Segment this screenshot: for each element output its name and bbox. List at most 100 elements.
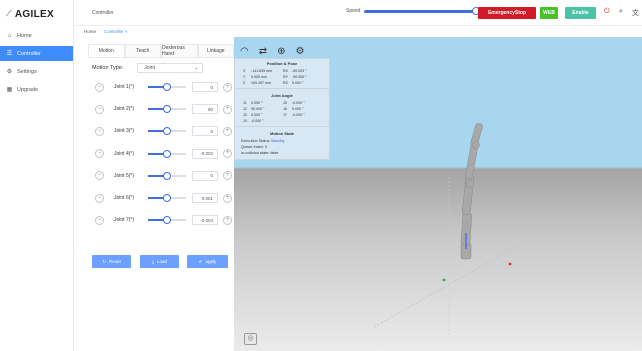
tab-linkage[interactable]: Linkage: [197, 44, 234, 57]
language-icon[interactable]: 文: [632, 8, 639, 18]
tab-motion[interactable]: Motion: [88, 44, 125, 57]
control-tabs: Motion Teach Dexterous Hand Linkage: [88, 44, 234, 58]
pose-row: Z 109.497 mm RZ 0.002 °: [243, 81, 304, 85]
gear-icon: ⚙: [6, 69, 13, 75]
joint-slider[interactable]: [148, 171, 186, 180]
sidebar-item-settings[interactable]: ⚙ Settings: [0, 64, 73, 79]
joint-slider-handle[interactable]: [163, 83, 171, 91]
joint-value-input[interactable]: 0.001: [192, 193, 218, 203]
joint-value-input[interactable]: -0.004: [192, 215, 218, 226]
joint-slider[interactable]: [148, 83, 186, 91]
joint-value-input[interactable]: 0: [192, 82, 218, 92]
breadcrumb-home[interactable]: Home: [84, 29, 96, 34]
chevron-down-icon: ⌄: [194, 65, 199, 71]
joint-slider[interactable]: [148, 149, 186, 158]
sidebar-item-controller[interactable]: ☰ Controller: [0, 46, 73, 61]
crosshair-icon[interactable]: ⊕: [277, 46, 285, 57]
decrement-icon[interactable]: −: [95, 215, 104, 225]
breadcrumb: Home Controller ×: [74, 26, 234, 37]
pose-title: Position & Pose: [266, 61, 298, 66]
joint-slider[interactable]: [148, 127, 186, 136]
enable-button[interactable]: Enable: [565, 7, 596, 19]
increment-icon[interactable]: +: [223, 126, 232, 136]
increment-icon[interactable]: +: [223, 171, 232, 181]
page-title: Controller: [92, 9, 114, 16]
joint-label: Joint 4(°): [114, 150, 135, 157]
web-button[interactable]: WEB: [540, 7, 558, 19]
joint-angle-row: J4 -0.000 °: [243, 119, 264, 123]
joint-slider-handle[interactable]: [163, 149, 171, 158]
motion-type-label: Motion Type:: [92, 65, 124, 71]
joint-row-6: − Joint 6(°) 0.001 +: [95, 192, 232, 204]
joint-label: Joint 1(°): [114, 84, 135, 90]
decrement-icon[interactable]: −: [95, 126, 104, 136]
apply-icon: ✔: [198, 258, 203, 264]
upgrade-icon: ▦: [6, 87, 13, 93]
status-overlay: Position & Pose X -141.635 mm RX -90.003 ° Y…: [234, 58, 330, 160]
increment-icon[interactable]: +: [223, 82, 232, 92]
joint-slider-handle[interactable]: [163, 194, 171, 202]
increment-icon[interactable]: +: [223, 215, 232, 225]
joint-value-input[interactable]: -0.002: [192, 148, 218, 159]
motion-type-select[interactable]: Joint ⌄: [137, 63, 204, 73]
controller-icon: ☰: [6, 51, 13, 57]
joint-row-7: − Joint 7(°) -0.004 +: [95, 214, 232, 226]
search-icon[interactable]: ⌕: [619, 8, 623, 16]
increment-icon[interactable]: +: [223, 193, 232, 203]
reset-icon: ↻: [102, 258, 106, 264]
sidebar: ⟋ AGILEX ⌂ Home ☰ Controller ⚙ Settings ▦ Upgra…: [0, 0, 74, 351]
decrement-icon[interactable]: −: [95, 104, 104, 114]
breadcrumb-controller-tab[interactable]: Controller ×: [104, 29, 127, 34]
home-icon: ⌂: [7, 32, 12, 39]
tab-dexterous-hand[interactable]: Dexterous Hand: [161, 44, 198, 57]
collision-state: In-collision state: false: [241, 151, 279, 155]
joint-value-input[interactable]: 90: [192, 104, 218, 115]
load-button[interactable]: ⤓ Load: [140, 255, 179, 268]
sidebar-item-home[interactable]: ⌂ Home: [0, 28, 73, 43]
joint-slider[interactable]: [148, 194, 186, 202]
load-icon: ⤓: [151, 259, 154, 264]
path-icon[interactable]: ⇄: [259, 46, 267, 57]
increment-icon[interactable]: +: [223, 104, 232, 114]
tab-teach[interactable]: Teach: [124, 44, 161, 57]
decrement-icon[interactable]: −: [95, 149, 104, 159]
speed-label: Speed: [346, 8, 361, 14]
brand-mark-icon: ⟋: [6, 9, 12, 18]
joint-slider-handle[interactable]: [163, 216, 171, 225]
joint-value-input[interactable]: 0: [192, 170, 218, 181]
sidebar-item-label: Controller: [17, 50, 41, 57]
joint-label: Joint 3(°): [114, 128, 135, 135]
camera-icon[interactable]: ◎: [244, 333, 257, 345]
emergency-stop-button[interactable]: EmergencyStop: [478, 7, 536, 19]
sidebar-item-label: Home: [17, 32, 32, 39]
joint-row-2: − Joint 2(°) 90 +: [95, 103, 232, 115]
joint-slider[interactable]: [148, 105, 186, 114]
sidebar-item-upgrade[interactable]: ▦ Upgrade: [0, 82, 73, 97]
speed-slider[interactable]: [364, 6, 481, 15]
decrement-icon[interactable]: −: [95, 82, 104, 92]
joint-slider-handle[interactable]: [163, 127, 171, 136]
motion-type-row: Motion Type: Joint ⌄: [92, 63, 204, 73]
joint-slider[interactable]: [148, 216, 186, 225]
joint-label: Joint 7(°): [114, 217, 135, 224]
joint-label: Joint 6(°): [114, 195, 135, 201]
power-icon[interactable]: ⏻: [604, 8, 610, 16]
joint-label: Joint 5(°): [114, 172, 135, 179]
brand-logo: ⟋ AGILEX: [0, 0, 73, 28]
settings-gear-icon[interactable]: ⚙: [296, 46, 305, 57]
app-root: ⟋ AGILEX ⌂ Home ☰ Controller ⚙ Settings ▦ Upgra…: [0, 0, 642, 351]
joint-row-5: − Joint 5(°) 0 +: [95, 170, 232, 182]
gauge-icon[interactable]: ◠: [240, 46, 249, 57]
reset-button[interactable]: ↻ Reset: [92, 255, 131, 268]
increment-icon[interactable]: +: [223, 149, 232, 159]
decrement-icon[interactable]: −: [95, 193, 104, 203]
motion-type-value: Joint: [144, 65, 155, 71]
joint-value-input[interactable]: 0: [192, 126, 218, 137]
joint-slider-handle[interactable]: [163, 105, 171, 114]
joint-row-1: − Joint 1(°) 0 +: [95, 81, 232, 93]
apply-button[interactable]: ✔ apply: [187, 255, 228, 268]
joint-slider-handle[interactable]: [163, 171, 171, 180]
decrement-icon[interactable]: −: [95, 171, 104, 181]
joint-label: Joint 2(°): [114, 106, 135, 113]
viewport-toolbar: ◠ ⇄ ⊕ ⚙: [234, 43, 330, 59]
